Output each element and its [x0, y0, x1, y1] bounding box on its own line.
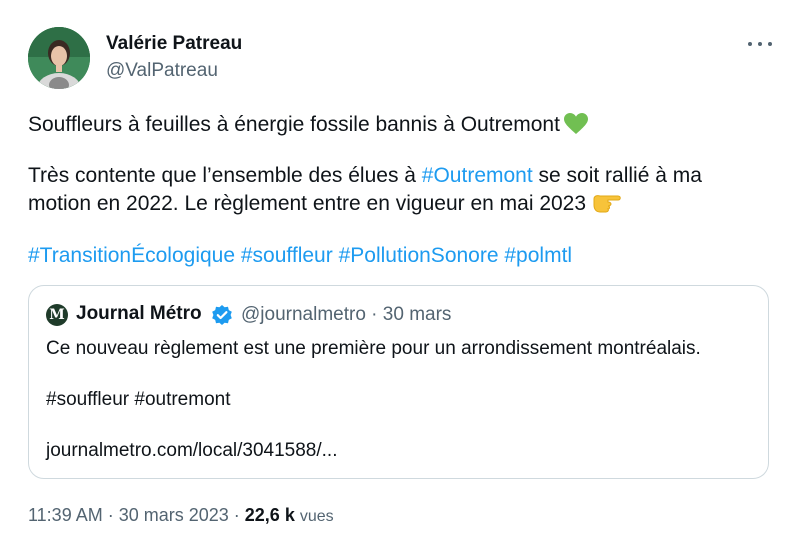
- tweet-footer: 11:39 AM · 30 mars 2023 · 22,6 k vues: [28, 505, 334, 526]
- tweet-text-segment: se soit rallié à ma: [532, 164, 702, 187]
- quoted-handle-date: @journalmetro · 30 mars: [241, 304, 452, 325]
- hashtag-link[interactable]: #Outremont: [422, 164, 533, 187]
- tweet-text-line-2: Très contente que l’ensemble des élues à…: [28, 162, 778, 190]
- tweet-text-line-1: Souffleurs à feuilles à énergie fossile …: [28, 111, 778, 143]
- more-options-icon[interactable]: [748, 34, 772, 54]
- verified-badge-icon: [211, 304, 233, 326]
- hashtag-link[interactable]: #PollutionSonore: [339, 244, 499, 267]
- tweet-text-segment: motion en 2022. Le règlement entre en vi…: [28, 192, 587, 215]
- hashtag-link[interactable]: #polmtl: [504, 244, 572, 267]
- green-heart-icon: [563, 113, 588, 143]
- hashtag-link[interactable]: #souffleur: [241, 244, 333, 267]
- hashtag-link[interactable]: #TransitionÉcologique: [28, 244, 235, 267]
- tweet-text-segment: Très contente que l’ensemble des élues à: [28, 164, 422, 187]
- tweet-text-line-3: motion en 2022. Le règlement entre en vi…: [28, 190, 778, 221]
- quoted-tweet[interactable]: M Journal Métro @journalmetro · 30 mars …: [28, 285, 769, 479]
- avatar[interactable]: [28, 27, 90, 89]
- hashtags-line: #TransitionÉcologique #souffleur #Pollut…: [28, 242, 778, 270]
- quoted-link: journalmetro.com/local/3041588/...: [46, 440, 338, 461]
- quoted-text: Ce nouveau règlement est une première po…: [46, 338, 701, 359]
- quoted-hashtags: #souffleur #outremont: [46, 389, 231, 410]
- pointing-hand-icon: [592, 193, 622, 221]
- author-name[interactable]: Valérie Patreau: [106, 33, 242, 55]
- author-handle[interactable]: @ValPatreau: [106, 60, 218, 82]
- views-label: vues: [299, 508, 334, 525]
- journal-metro-logo: M: [46, 304, 68, 326]
- timestamp[interactable]: 11:39 AM · 30 mars 2023 ·: [28, 505, 245, 525]
- tweet-card: Valérie Patreau @ValPatreau Souffleurs à…: [0, 0, 800, 545]
- views-count: 22,6 k: [244, 505, 295, 525]
- quoted-author-name: Journal Métro: [76, 303, 202, 324]
- tweet-headline: Souffleurs à feuilles à énergie fossile …: [28, 113, 560, 136]
